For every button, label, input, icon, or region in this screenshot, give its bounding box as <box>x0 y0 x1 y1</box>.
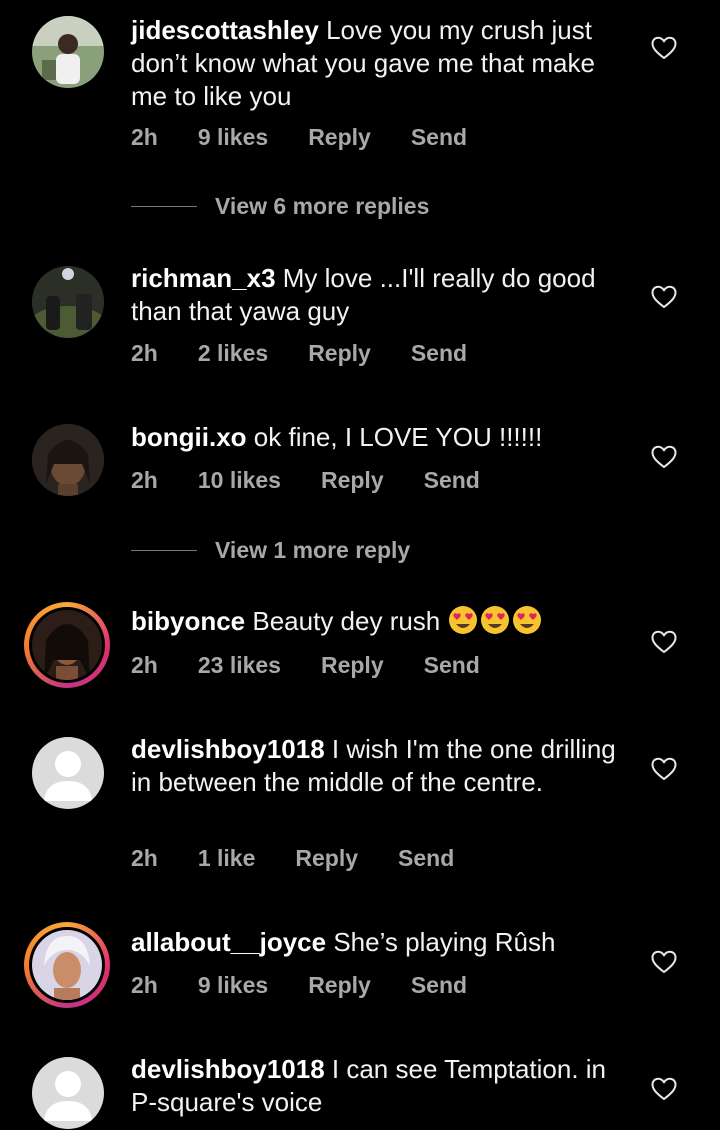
comment-meta: 2h 2 likes Reply Send <box>131 340 507 367</box>
heart-eyes-emoji <box>448 606 477 634</box>
comment-username[interactable]: allabout__joyce <box>131 927 326 957</box>
comment-text: bibyonce Beauty dey rush <box>131 605 631 638</box>
comment-text: devlishboy1018 I can see Temptation. in … <box>131 1053 631 1119</box>
send-button[interactable]: Send <box>398 845 454 872</box>
avatar-story-ring[interactable] <box>24 922 110 1008</box>
comment-body: ok fine, I LOVE YOU !!!!!! <box>253 422 543 452</box>
send-button[interactable]: Send <box>411 972 467 999</box>
reply-button[interactable]: Reply <box>321 652 384 679</box>
comment-likes[interactable]: 9 likes <box>198 972 268 999</box>
heart-outline-icon[interactable] <box>651 630 677 654</box>
heart-eyes-emoji <box>512 606 541 634</box>
comment-meta: 2h 23 likes Reply Send <box>131 652 520 679</box>
comment-username[interactable]: bibyonce <box>131 606 245 636</box>
comment-body: Beauty dey rush <box>252 606 441 636</box>
default-user-icon <box>44 1071 92 1121</box>
comment-time: 2h <box>131 652 158 678</box>
comment-username[interactable]: bongii.xo <box>131 422 247 452</box>
comment-meta: 2h 1 like Reply Send <box>131 845 494 872</box>
view-more-label: View 6 more replies <box>215 193 430 219</box>
view-more-replies-button[interactable]: View 6 more replies <box>131 193 429 220</box>
comment-username[interactable]: devlishboy1018 <box>131 1054 325 1084</box>
reply-button[interactable]: Reply <box>308 124 371 151</box>
comment-likes[interactable]: 23 likes <box>198 652 281 679</box>
avatar[interactable] <box>32 16 104 88</box>
comment-username[interactable]: richman_x3 <box>131 263 276 293</box>
reply-button[interactable]: Reply <box>308 972 371 999</box>
heart-outline-icon[interactable] <box>651 445 677 469</box>
view-more-replies-button[interactable]: View 1 more reply <box>131 537 410 564</box>
avatar-default[interactable] <box>32 737 104 809</box>
comment-time: 2h <box>131 972 158 998</box>
avatar[interactable] <box>32 266 104 338</box>
reply-button[interactable]: Reply <box>308 340 371 367</box>
comment-body: She’s playing Rûsh <box>333 927 556 957</box>
send-button[interactable]: Send <box>411 340 467 367</box>
divider-line <box>131 550 197 551</box>
heart-outline-icon[interactable] <box>651 757 677 781</box>
avatar <box>29 927 105 1003</box>
divider-line <box>131 206 197 207</box>
send-button[interactable]: Send <box>411 124 467 151</box>
heart-outline-icon[interactable] <box>651 36 677 60</box>
comment-time: 2h <box>131 467 158 493</box>
comment-meta: 2h 9 likes Reply Send <box>131 972 507 999</box>
heart-outline-icon[interactable] <box>651 950 677 974</box>
comment-meta: 2h 10 likes Reply Send <box>131 467 520 494</box>
comment-text: bongii.xo ok fine, I LOVE YOU !!!!!! <box>131 421 631 454</box>
avatar-story-ring[interactable] <box>24 602 110 688</box>
send-button[interactable]: Send <box>424 467 480 494</box>
avatar-photo <box>32 930 102 1000</box>
reply-button[interactable]: Reply <box>295 845 358 872</box>
avatar <box>29 607 105 683</box>
view-more-label: View 1 more reply <box>215 537 411 563</box>
comment-username[interactable]: jidescottashley <box>131 15 319 45</box>
avatar[interactable] <box>32 424 104 496</box>
comment-meta: 2h 9 likes Reply Send <box>131 124 507 151</box>
comment-likes[interactable]: 2 likes <box>198 340 268 367</box>
comment-time: 2h <box>131 124 158 150</box>
heart-outline-icon[interactable] <box>651 285 677 309</box>
comment-text: richman_x3 My love ...I'll really do goo… <box>131 262 631 328</box>
comment-text: devlishboy1018 I wish I'm the one drilli… <box>131 733 631 799</box>
comment-likes[interactable]: 10 likes <box>198 467 281 494</box>
heart-outline-icon[interactable] <box>651 1077 677 1101</box>
comment-likes[interactable]: 9 likes <box>198 124 268 151</box>
comment-text: jidescottashley Love you my crush just d… <box>131 14 631 113</box>
heart-eyes-emoji <box>480 606 509 634</box>
reply-button[interactable]: Reply <box>321 467 384 494</box>
comment-text: allabout__joyce She’s playing Rûsh <box>131 926 631 959</box>
send-button[interactable]: Send <box>424 652 480 679</box>
avatar-photo <box>32 610 102 680</box>
comment-username[interactable]: devlishboy1018 <box>131 734 325 764</box>
comment-time: 2h <box>131 340 158 366</box>
avatar-default[interactable] <box>32 1057 104 1129</box>
comment-likes[interactable]: 1 like <box>198 845 256 872</box>
comment-time: 2h <box>131 845 158 871</box>
default-user-icon <box>44 751 92 801</box>
